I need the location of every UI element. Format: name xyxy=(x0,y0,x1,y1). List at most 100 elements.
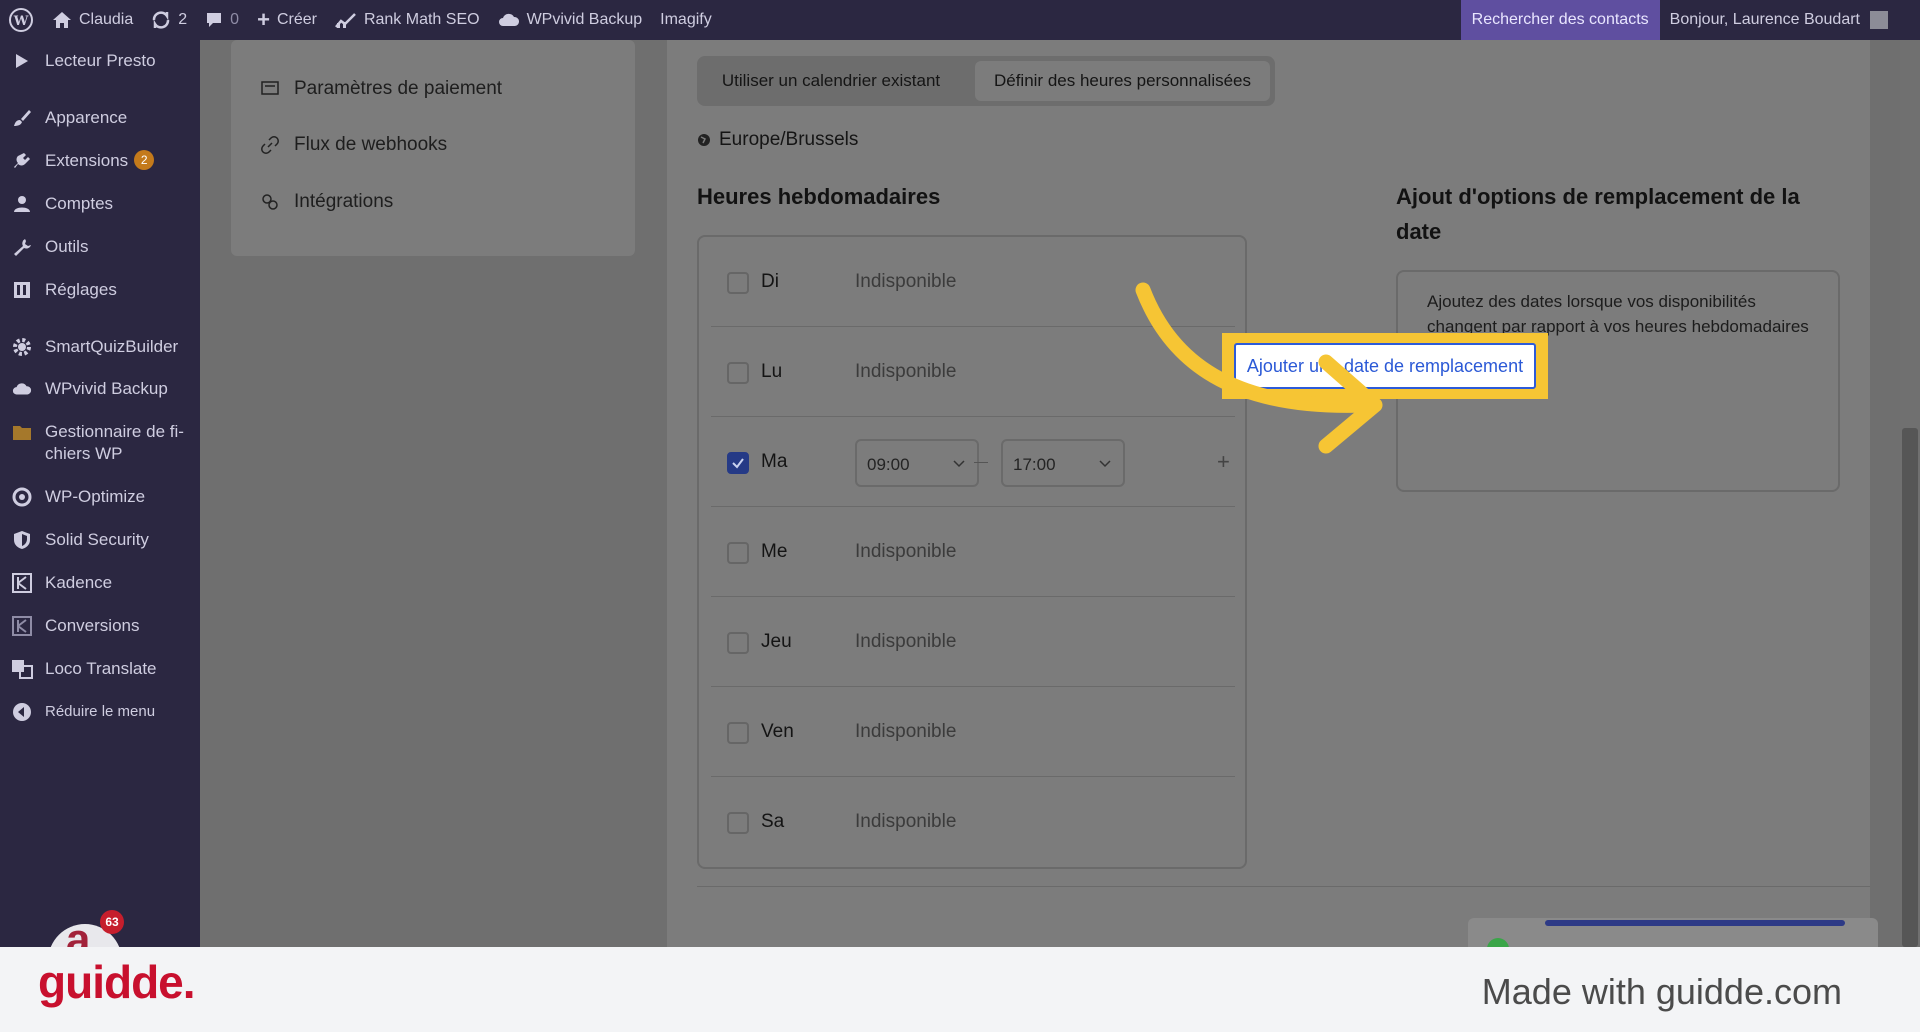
day-name: Lu xyxy=(761,361,783,382)
sidebar-item-smartquizbuilder[interactable]: SmartQuizBuilder xyxy=(0,336,200,358)
popup-button[interactable] xyxy=(1545,920,1845,926)
admin-sidebar: Lecteur Presto Apparence Extensions 2 Co… xyxy=(0,40,200,998)
start-time-value: 09:00 xyxy=(867,455,910,474)
rankmath-icon xyxy=(334,13,356,28)
sidebar-item-extensions[interactable]: Extensions 2 xyxy=(0,150,200,172)
nav-payment-settings[interactable]: Paramètres de paiement xyxy=(260,78,502,100)
day-status: Indisponible xyxy=(855,721,957,742)
updates-link[interactable]: 2 xyxy=(151,0,187,40)
nav-link-label: Intégrations xyxy=(294,191,394,212)
timezone-value: Europe/Brussels xyxy=(719,129,859,150)
day-status: Indisponible xyxy=(855,541,957,562)
sidebar-item-comptes[interactable]: Comptes xyxy=(0,193,200,215)
guidde-logo: guidde. xyxy=(38,956,196,1008)
day-checkbox-checked[interactable] xyxy=(727,452,749,474)
wpvivid-label: WPvivid Backup xyxy=(526,11,643,28)
nav-link-label: Paramètres de paiement xyxy=(294,78,503,99)
day-status: Indisponible xyxy=(855,631,957,652)
search-contacts-button[interactable]: Rechercher des contacts xyxy=(1460,0,1660,40)
timezone-label[interactable]: Europe/Brussels xyxy=(697,129,858,151)
settings-icon xyxy=(11,279,33,301)
sidebar-item-loco-translate[interactable]: Loco Translate xyxy=(0,658,200,680)
day-checkbox[interactable] xyxy=(727,812,749,834)
sidebar-item-label: Comptes xyxy=(45,194,114,213)
sidebar-item-conversions[interactable]: Conversions xyxy=(0,615,200,637)
sidebar-item-label: SmartQuizBuilder xyxy=(45,337,179,356)
day-checkbox[interactable] xyxy=(727,272,749,294)
day-status: Indisponible xyxy=(855,271,957,292)
sidebar-item-reglages[interactable]: Réglages xyxy=(0,279,200,301)
chevron-down-icon xyxy=(953,460,965,468)
weekly-hours-title: Heures hebdomadaires xyxy=(697,184,941,209)
plus-icon: + xyxy=(257,7,270,32)
date-override-title: Ajout d'options de remplacement de la da… xyxy=(1396,179,1800,249)
sidebar-item-wpvivid[interactable]: WPvivid Backup xyxy=(0,378,200,400)
avatar xyxy=(1870,11,1888,29)
imagify-link[interactable]: Imagify xyxy=(660,0,712,40)
start-time-select[interactable]: 09:00 xyxy=(855,439,979,487)
site-name-link[interactable]: Claudia xyxy=(52,0,133,40)
date-override-title-line1: Ajout d'options de remplacement de la xyxy=(1396,184,1800,209)
day-name: Ven xyxy=(761,721,794,742)
user-icon xyxy=(11,193,33,215)
optimize-icon xyxy=(11,486,33,508)
tab-existing-calendar[interactable]: Utiliser un calendrier existant xyxy=(701,61,961,101)
time-range-dash xyxy=(974,462,988,463)
sidebar-item-label: Réglages xyxy=(45,280,117,299)
nav-webhooks[interactable]: Flux de webhooks xyxy=(260,134,447,156)
user-account-menu[interactable]: Bonjour, Laurence Boudart xyxy=(1660,0,1920,40)
availability-mode-toggle: Utiliser un calendrier existant Définir … xyxy=(697,56,1275,106)
scrollbar-thumb[interactable] xyxy=(1902,428,1918,947)
day-checkbox[interactable] xyxy=(727,722,749,744)
sidebar-item-apparence[interactable]: Apparence xyxy=(0,107,200,129)
nav-integrations[interactable]: Intégrations xyxy=(260,191,393,213)
kadence-icon xyxy=(11,572,33,594)
sidebar-item-label: WPvivid Backup xyxy=(45,379,168,398)
card-divider xyxy=(697,886,1870,887)
sidebar-item-gestionnaire-fichiers[interactable]: Gestionnaire de fi- chiers WP xyxy=(0,421,200,465)
sidebar-item-label: WP-Optimize xyxy=(45,487,146,506)
day-row-friday: Ven Indisponible xyxy=(711,687,1235,777)
integrations-icon xyxy=(260,192,280,212)
end-time-select[interactable]: 17:00 xyxy=(1001,439,1125,487)
day-row-thursday: Jeu Indisponible xyxy=(711,597,1235,687)
main-content: Paramètres de paiement Flux de webhooks … xyxy=(200,40,1900,947)
sidebar-item-outils[interactable]: Outils xyxy=(0,236,200,258)
end-time-value: 17:00 xyxy=(1013,455,1056,474)
sidebar-item-label: Extensions xyxy=(45,151,129,170)
sidebar-item-lecteur-presto[interactable]: Lecteur Presto xyxy=(0,50,200,72)
sidebar-item-kadence[interactable]: Kadence xyxy=(0,572,200,594)
comments-link[interactable]: 0 xyxy=(205,0,239,40)
cloud-icon xyxy=(11,378,33,400)
day-status: Indisponible xyxy=(855,811,957,832)
wpvivid-link[interactable]: WPvivid Backup xyxy=(498,0,643,40)
day-checkbox[interactable] xyxy=(727,542,749,564)
rankmath-label: Rank Math SEO xyxy=(363,11,480,28)
globe-icon xyxy=(698,134,710,146)
search-contacts-label: Rechercher des contacts xyxy=(1471,11,1649,28)
sidebar-item-reduire-menu[interactable]: Réduire le menu xyxy=(0,701,200,723)
refresh-icon xyxy=(153,11,170,29)
tab-custom-hours[interactable]: Définir des heures personnalisées xyxy=(975,61,1270,101)
rankmath-link[interactable]: Rank Math SEO xyxy=(334,0,480,40)
notification-count-badge: 63 xyxy=(100,910,124,934)
cloud-icon xyxy=(498,13,519,26)
day-name: Ma xyxy=(761,451,788,472)
create-link[interactable]: + Créer xyxy=(257,0,317,40)
sidebar-item-label: Outils xyxy=(45,237,89,256)
sidebar-item-label: Loco Translate xyxy=(45,659,157,678)
day-row-wednesday: Me Indisponible xyxy=(711,507,1235,597)
sidebar-item-wp-optimize[interactable]: WP-Optimize xyxy=(0,486,200,508)
presto-icon xyxy=(11,50,33,72)
plugin-icon xyxy=(11,150,33,172)
gear-icon xyxy=(11,336,33,358)
sidebar-item-label: Gestionnaire de fi- xyxy=(45,422,184,441)
day-checkbox[interactable] xyxy=(727,632,749,654)
link-icon xyxy=(260,135,280,155)
wordpress-logo-icon[interactable]: W xyxy=(8,0,34,40)
payment-icon xyxy=(260,79,280,99)
sidebar-item-solid-security[interactable]: Solid Security xyxy=(0,529,200,551)
updates-count: 2 xyxy=(178,11,188,28)
day-checkbox[interactable] xyxy=(727,362,749,384)
nav-link-label: Flux de webhooks xyxy=(294,134,448,155)
